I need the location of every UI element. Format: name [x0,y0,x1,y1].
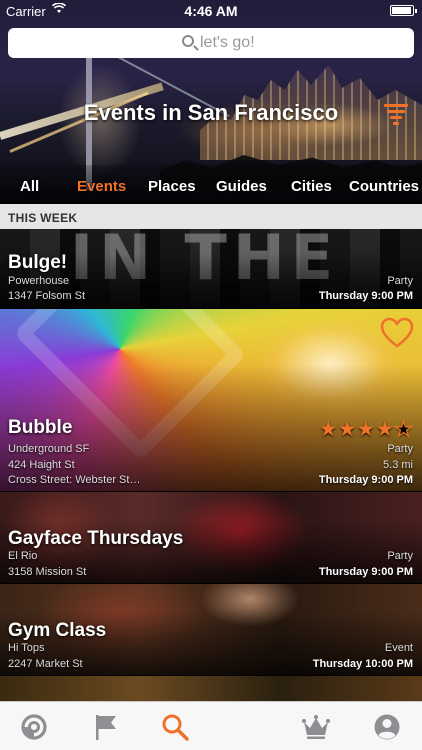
event-distance: 5.3 mi [383,459,413,471]
event-row[interactable]: IN THE Bulge! Powerhouse 1347 Folsom St … [0,229,422,309]
search-icon[interactable] [160,712,190,742]
event-name: Gym Class [8,620,107,641]
section-header: THIS WEEK [0,204,422,229]
star-filled-icon: ★ [318,418,338,441]
flag-icon[interactable] [91,712,121,742]
tab-places[interactable]: Places [148,178,196,195]
compass-icon[interactable] [19,712,49,742]
tab-events[interactable]: Events [77,178,126,195]
event-row[interactable]: Gayface Thursdays El Rio 3158 Mission St… [0,492,422,584]
status-bar: Carrier 4:46 AM [0,0,422,22]
rating-stars: ★★★★★ [318,417,414,442]
event-name: Gayface Thursdays [8,528,184,549]
star-empty-icon: ★ [394,417,414,441]
crown-icon[interactable] [301,712,331,742]
battery-icon [390,5,417,16]
event-name: Bulge! [8,252,68,273]
event-category: Party [387,275,413,287]
event-address: 2247 Market St [8,658,83,670]
profile-icon[interactable] [372,712,402,742]
event-row[interactable]: Bubble ★★★★★ Underground SF 424 Haight S… [0,309,422,492]
event-category: Event [384,642,413,654]
tab-cities[interactable]: Cities [291,178,332,195]
event-image [0,676,422,701]
event-venue: El Rio [8,550,38,562]
event-address: 1347 Folsom St [8,290,86,302]
event-row[interactable] [0,676,422,701]
filter-icon[interactable] [384,104,408,125]
event-row[interactable]: Gym Class Hi Tops 2247 Market St Event T… [0,584,422,676]
event-address: 3158 Mission St [8,566,87,578]
page-title: Events in San Francisco [83,100,339,125]
tab-bar [0,701,422,750]
event-name: Bubble [8,417,73,438]
clock: 4:46 AM [184,3,238,19]
event-venue: Underground SF [8,443,90,455]
favorite-heart-icon[interactable] [380,317,414,349]
tab-guides[interactable]: Guides [216,178,267,195]
event-time: Thursday 10:00 PM [312,658,413,670]
event-cross-street: Cross Street: Webster St… [8,474,141,486]
star-filled-icon: ★ [356,418,376,441]
search-icon [182,35,194,47]
tab-countries[interactable]: Countries [349,178,419,195]
event-category: Party [387,443,413,455]
search-bar[interactable] [8,28,414,58]
event-time: Thursday 9:00 PM [318,566,413,578]
event-venue: Hi Tops [8,642,45,654]
event-category: Party [387,550,413,562]
event-time: Thursday 9:00 PM [318,474,413,486]
star-filled-icon: ★ [375,418,395,441]
event-address: 424 Haight St [8,459,75,471]
tab-all[interactable]: All [20,178,39,195]
star-filled-icon: ★ [337,418,357,441]
search-input[interactable] [200,33,380,53]
category-tabs: All Events Places Guides Cities Countrie… [0,176,422,200]
event-venue: Powerhouse [8,275,70,287]
event-time: Thursday 9:00 PM [318,290,413,302]
